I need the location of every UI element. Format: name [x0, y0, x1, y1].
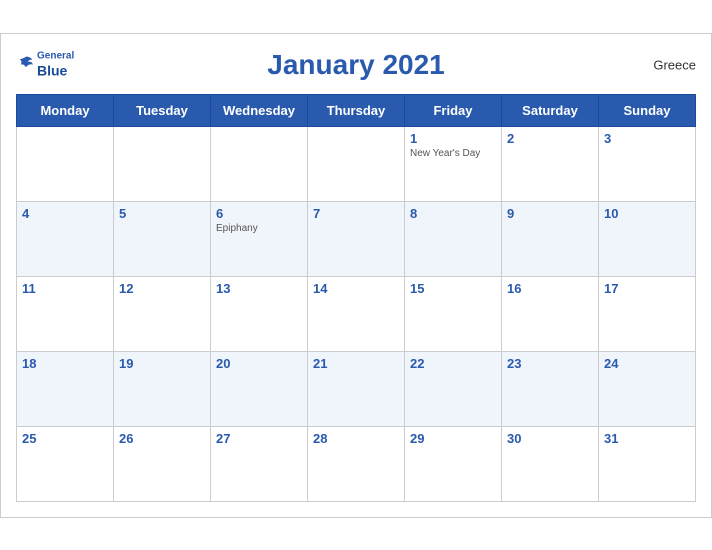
day-number: 8	[410, 206, 496, 221]
day-cell	[114, 126, 211, 201]
day-number: 6	[216, 206, 302, 221]
days-header-row: Monday Tuesday Wednesday Thursday Friday…	[17, 94, 696, 126]
day-number: 15	[410, 281, 496, 296]
day-cell: 21	[308, 351, 405, 426]
day-cell: 29	[405, 426, 502, 501]
day-cell: 4	[17, 201, 114, 276]
day-number: 10	[604, 206, 690, 221]
day-cell: 16	[502, 276, 599, 351]
calendar-title: January 2021	[267, 49, 444, 81]
day-number: 23	[507, 356, 593, 371]
day-cell: 18	[17, 351, 114, 426]
day-cell	[211, 126, 308, 201]
day-number: 26	[119, 431, 205, 446]
day-number: 27	[216, 431, 302, 446]
day-cell: 30	[502, 426, 599, 501]
day-cell: 2	[502, 126, 599, 201]
day-cell: 27	[211, 426, 308, 501]
col-header-thursday: Thursday	[308, 94, 405, 126]
day-cell: 11	[17, 276, 114, 351]
day-number: 2	[507, 131, 593, 146]
day-cell: 22	[405, 351, 502, 426]
logo-blue-text: Blue	[37, 62, 74, 79]
day-number: 30	[507, 431, 593, 446]
day-cell: 25	[17, 426, 114, 501]
logo-general-text: General	[37, 50, 74, 62]
day-cell: 28	[308, 426, 405, 501]
day-number: 7	[313, 206, 399, 221]
day-number: 22	[410, 356, 496, 371]
day-cell: 12	[114, 276, 211, 351]
week-row-3: 11 12 13 14 15 16 17	[17, 276, 696, 351]
day-cell: 7	[308, 201, 405, 276]
calendar-body: 1New Year's Day23456Epiphany789101112131…	[17, 126, 696, 501]
day-cell: 5	[114, 201, 211, 276]
day-number: 13	[216, 281, 302, 296]
day-cell: 13	[211, 276, 308, 351]
day-cell: 9	[502, 201, 599, 276]
day-number: 21	[313, 356, 399, 371]
logo: General Blue	[16, 50, 74, 79]
day-number: 31	[604, 431, 690, 446]
calendar-container: General Blue January 2021 Greece Monday …	[0, 33, 712, 518]
col-header-wednesday: Wednesday	[211, 94, 308, 126]
day-number: 9	[507, 206, 593, 221]
day-event: New Year's Day	[410, 148, 496, 159]
day-cell: 24	[599, 351, 696, 426]
col-header-sunday: Sunday	[599, 94, 696, 126]
day-cell: 3	[599, 126, 696, 201]
day-number: 29	[410, 431, 496, 446]
day-cell: 26	[114, 426, 211, 501]
calendar-country: Greece	[653, 57, 696, 72]
day-cell	[308, 126, 405, 201]
day-number: 17	[604, 281, 690, 296]
day-number: 14	[313, 281, 399, 296]
day-number: 4	[22, 206, 108, 221]
week-row-4: 18 19 20 21 22 23 24	[17, 351, 696, 426]
day-cell	[17, 126, 114, 201]
day-cell: 31	[599, 426, 696, 501]
calendar-header: General Blue January 2021 Greece	[16, 44, 696, 86]
day-event: Epiphany	[216, 223, 302, 234]
day-number: 5	[119, 206, 205, 221]
day-number: 3	[604, 131, 690, 146]
calendar-table: Monday Tuesday Wednesday Thursday Friday…	[16, 94, 696, 502]
day-number: 20	[216, 356, 302, 371]
week-row-5: 25 26 27 28 29 30 31	[17, 426, 696, 501]
day-cell: 23	[502, 351, 599, 426]
week-row-2: 456 Epiphany 789 10	[17, 201, 696, 276]
day-number: 16	[507, 281, 593, 296]
day-cell: 17	[599, 276, 696, 351]
day-cell: 19	[114, 351, 211, 426]
day-number: 12	[119, 281, 205, 296]
day-number: 24	[604, 356, 690, 371]
day-cell: 6 Epiphany	[211, 201, 308, 276]
col-header-friday: Friday	[405, 94, 502, 126]
col-header-tuesday: Tuesday	[114, 94, 211, 126]
col-header-saturday: Saturday	[502, 94, 599, 126]
day-cell: 14	[308, 276, 405, 351]
day-number: 25	[22, 431, 108, 446]
day-cell: 8	[405, 201, 502, 276]
col-header-monday: Monday	[17, 94, 114, 126]
day-cell: 15	[405, 276, 502, 351]
day-number: 19	[119, 356, 205, 371]
day-cell: 10	[599, 201, 696, 276]
day-number: 18	[22, 356, 108, 371]
day-cell: 1 New Year's Day	[405, 126, 502, 201]
day-number: 1	[410, 131, 496, 146]
logo-text: General Blue	[37, 50, 74, 79]
day-number: 28	[313, 431, 399, 446]
day-number: 11	[22, 281, 108, 296]
day-cell: 20	[211, 351, 308, 426]
week-row-1: 1 New Year's Day 23	[17, 126, 696, 201]
